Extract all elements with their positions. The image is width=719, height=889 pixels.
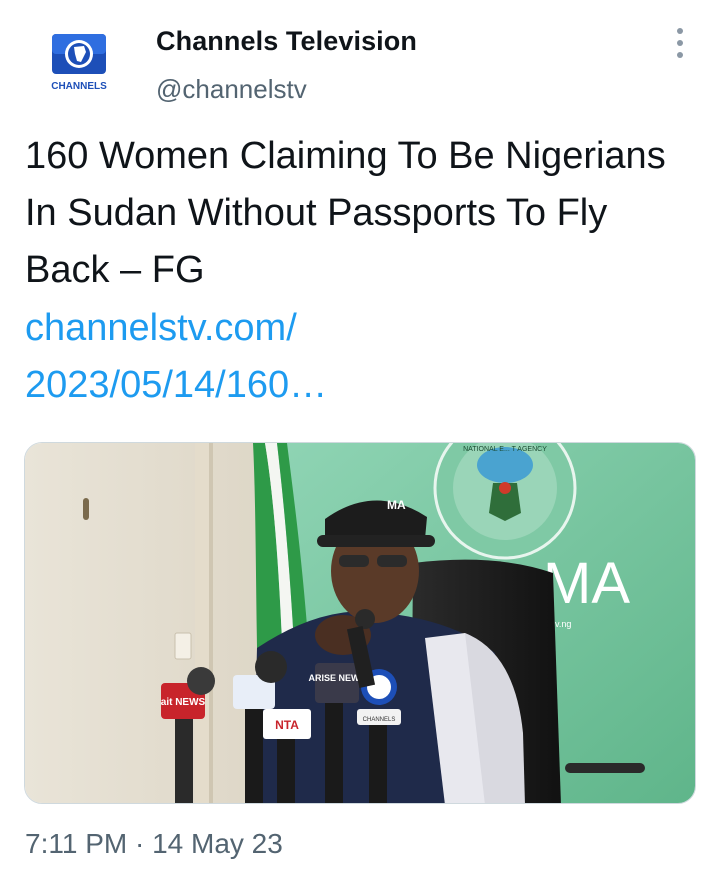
mic-label-nta: NTA	[275, 718, 299, 732]
wall-sign-text: MA	[543, 551, 630, 616]
wall-web-text: v.ng	[555, 619, 571, 629]
more-options-icon-dot	[677, 52, 683, 58]
tweet-link[interactable]: channelstv.com/ 2023/05/14/160…	[25, 300, 695, 414]
seal-text: NATIONAL E... T AGENCY	[463, 446, 547, 453]
tweet-link-line1: channelstv.com/	[25, 307, 297, 349]
more-options-button[interactable]	[668, 28, 692, 58]
author-name[interactable]: Channels Television	[156, 26, 417, 57]
tweet-link-line2: 2023/05/14/160…	[25, 364, 328, 406]
author-handle[interactable]: @channelstv	[156, 74, 307, 105]
more-options-icon-dot	[677, 40, 683, 46]
mic-label-ait: ait NEWS	[161, 697, 206, 708]
cap-text: MA	[387, 498, 406, 512]
press-conference-photo: NATIONAL E... T AGENCY MA v.ng MA ait NE…	[25, 443, 695, 803]
avatar-label: CHANNELS	[51, 81, 107, 92]
tweet-timestamp[interactable]: 7:11 PM · 14 May 23	[25, 828, 283, 860]
author-avatar[interactable]: CHANNELS	[48, 32, 110, 98]
channels-logo-icon: CHANNELS	[48, 34, 110, 94]
tweet-text: 160 Women Claiming To Be Nigerians In Su…	[25, 135, 666, 291]
mic-label-channels: CHANNELS	[363, 717, 396, 723]
tweet-media-image[interactable]: NATIONAL E... T AGENCY MA v.ng MA ait NE…	[24, 442, 696, 804]
more-options-icon	[677, 28, 683, 34]
